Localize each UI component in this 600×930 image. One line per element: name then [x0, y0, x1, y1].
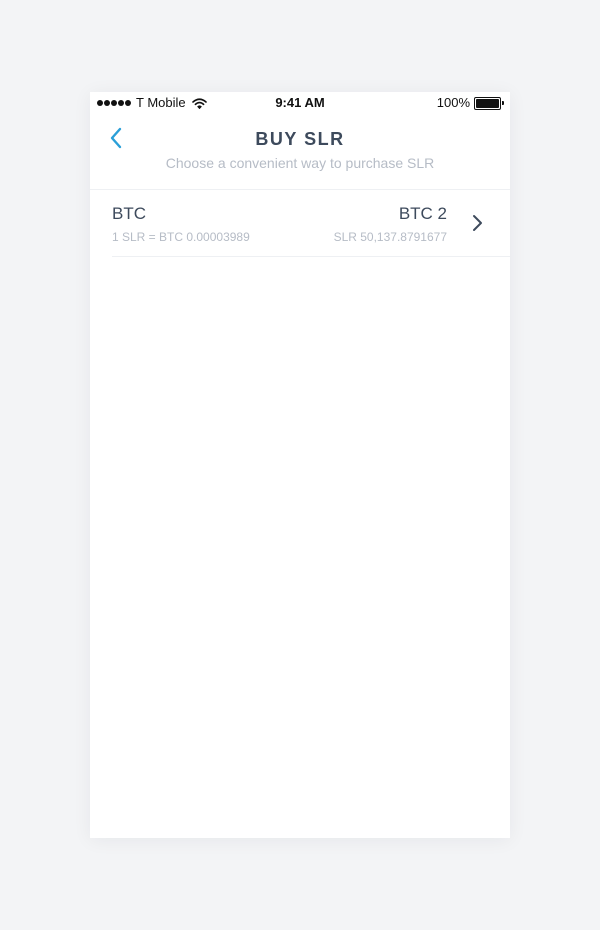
status-right: 100% — [437, 95, 504, 111]
status-bar: T Mobile 9:41 AM 100% — [90, 92, 510, 114]
option-currency-name: BTC — [112, 204, 146, 223]
page-subtitle: Choose a convenient way to purchase SLR — [165, 155, 435, 171]
purchase-option-btc[interactable]: BTC 1 SLR = BTC 0.00003989 BTC 2 SLR 50,… — [90, 190, 510, 257]
option-slr-equivalent: SLR 50,137.8791677 — [333, 230, 447, 244]
battery-percentage: 100% — [436, 95, 470, 110]
chevron-right-icon — [473, 215, 482, 231]
list-divider — [112, 256, 510, 257]
phone-screen: T Mobile 9:41 AM 100% BUY SLR Choose a c… — [90, 92, 510, 838]
page-title: BUY SLR — [255, 129, 345, 149]
battery-fill — [476, 98, 499, 108]
option-amount: BTC 2 — [398, 204, 447, 223]
option-exchange-rate: 1 SLR = BTC 0.00003989 — [112, 230, 250, 244]
battery-icon — [474, 96, 504, 110]
